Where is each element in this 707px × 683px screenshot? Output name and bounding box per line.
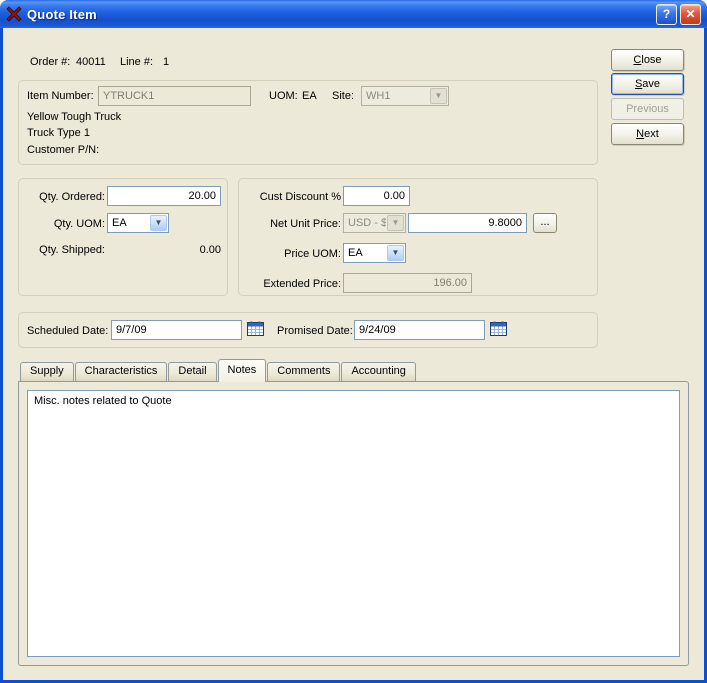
notes-textarea[interactable] xyxy=(27,390,680,657)
item-description-line1: Yellow Tough Truck xyxy=(27,111,122,123)
dates-group: Scheduled Date: Promised Date: xyxy=(18,312,598,348)
item-info-group: Item Number: UOM: EA Site: WH1 ▼ Yellow … xyxy=(18,80,598,165)
scheduled-date-field[interactable] xyxy=(111,320,242,340)
cust-discount-field[interactable] xyxy=(343,186,410,206)
tab-notes[interactable]: Notes xyxy=(217,359,267,382)
line-number-label: Line #: xyxy=(120,56,154,68)
extended-price-label: Extended Price: xyxy=(263,278,341,290)
tab-comments[interactable]: Comments xyxy=(267,362,341,381)
chevron-down-icon: ▼ xyxy=(430,88,447,104)
item-uom-value: EA xyxy=(302,90,317,102)
scheduled-date-label: Scheduled Date: xyxy=(27,325,109,337)
tab-detail[interactable]: Detail xyxy=(168,362,217,381)
cust-discount-label: Cust Discount % xyxy=(259,191,341,203)
tab-characteristics[interactable]: Characteristics xyxy=(74,362,168,381)
chevron-down-icon: ▼ xyxy=(387,245,404,261)
site-select: WH1 ▼ xyxy=(361,86,449,106)
next-button[interactable]: Next xyxy=(611,123,684,145)
price-lookup-button[interactable]: ... xyxy=(533,213,557,233)
tab-supply[interactable]: Supply xyxy=(20,362,74,381)
item-uom-label: UOM: xyxy=(269,90,298,102)
qty-shipped-value: 0.00 xyxy=(199,244,221,256)
scheduled-date-calendar-button[interactable] xyxy=(246,321,265,339)
qty-ordered-label: Qty. Ordered: xyxy=(39,191,105,203)
qty-shipped-label: Qty. Shipped: xyxy=(39,244,105,256)
net-unit-price-field[interactable] xyxy=(408,213,527,233)
price-uom-label: Price UOM: xyxy=(284,248,341,260)
chevron-down-icon: ▼ xyxy=(150,215,167,231)
qty-uom-label: Qty. UOM: xyxy=(53,218,105,230)
currency-select: USD - $ ▼ xyxy=(343,213,406,233)
order-number-label: Order #: xyxy=(30,56,71,68)
title-bar[interactable]: Quote Item ? ✕ xyxy=(0,0,707,28)
item-number-label: Item Number: xyxy=(27,90,94,102)
window-close-icon[interactable]: ✕ xyxy=(680,3,701,25)
calendar-icon xyxy=(247,321,264,336)
help-button[interactable]: ? xyxy=(656,3,677,25)
close-button[interactable]: Close xyxy=(611,49,684,71)
calendar-icon xyxy=(490,321,507,336)
net-unit-price-label: Net Unit Price: xyxy=(270,218,341,230)
line-number-value: 1 xyxy=(163,56,170,68)
extended-price-field xyxy=(343,273,472,293)
tab-accounting[interactable]: Accounting xyxy=(341,362,416,381)
dialog-body: Order #: 40011 Line #: 1 Close Save Prev… xyxy=(3,28,704,680)
window-title: Quote Item xyxy=(27,6,97,22)
item-number-field xyxy=(98,86,251,106)
site-label: Site: xyxy=(332,90,355,102)
promised-date-field[interactable] xyxy=(354,320,485,340)
save-button[interactable]: Save xyxy=(611,73,684,95)
customer-pn-label: Customer P/N: xyxy=(27,144,100,156)
quantity-group: Qty. Ordered: Qty. UOM: EA ▼ Qty. Shippe… xyxy=(18,178,228,296)
tab-panel-notes xyxy=(18,381,689,666)
previous-button: Previous xyxy=(611,98,684,120)
chevron-down-icon: ▼ xyxy=(387,215,404,231)
tab-bar: Supply Characteristics Detail Notes Comm… xyxy=(20,359,417,382)
promised-date-calendar-button[interactable] xyxy=(489,321,508,339)
qty-ordered-field[interactable] xyxy=(107,186,221,206)
pricing-group: Cust Discount % Net Unit Price: USD - $ … xyxy=(238,178,598,296)
qty-uom-select[interactable]: EA ▼ xyxy=(107,213,169,233)
promised-date-label: Promised Date: xyxy=(277,325,353,337)
price-uom-select[interactable]: EA ▼ xyxy=(343,243,406,263)
item-description-line2: Truck Type 1 xyxy=(27,127,90,139)
order-number-value: 40011 xyxy=(76,56,106,68)
app-icon xyxy=(6,6,22,22)
quote-item-window: Quote Item ? ✕ Order #: 40011 Line #: 1 … xyxy=(0,0,707,683)
